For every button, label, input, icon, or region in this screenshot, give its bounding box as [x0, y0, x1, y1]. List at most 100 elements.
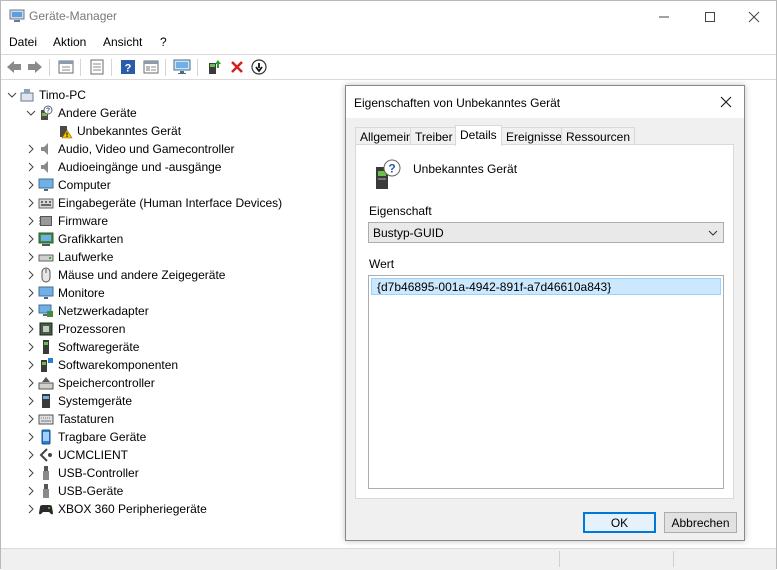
chevron-right-icon[interactable]	[24, 232, 38, 246]
chevron-right-icon[interactable]	[24, 394, 38, 408]
tree-item-tastaturen[interactable]: Tastaturen	[24, 410, 114, 428]
property-select[interactable]: Bustyp-GUID	[368, 222, 724, 243]
tree-item-systemgeraete[interactable]: Systemgeräte	[24, 392, 132, 410]
monitor-scan-icon[interactable]	[173, 58, 191, 76]
hid-icon	[38, 195, 54, 211]
chevron-right-icon[interactable]	[24, 340, 38, 354]
tree-item-label: Computer	[58, 178, 111, 192]
chevron-right-icon[interactable]	[24, 502, 38, 516]
chevron-right-icon[interactable]	[24, 304, 38, 318]
menu-ansicht[interactable]: Ansicht	[103, 35, 142, 49]
chevron-right-icon[interactable]	[24, 376, 38, 390]
update-driver-icon[interactable]	[205, 58, 223, 76]
chevron-right-icon[interactable]	[24, 178, 38, 192]
chevron-right-icon[interactable]	[24, 358, 38, 372]
value-list-item[interactable]: {d7b46895-001a-4942-891f-a7d46610a843}	[371, 278, 721, 295]
view-list-icon[interactable]	[142, 58, 160, 76]
chevron-right-icon[interactable]	[24, 250, 38, 264]
dialog-title-bar[interactable]: Eigenschaften von Unbekanntes Gerät	[346, 86, 744, 118]
menu-help[interactable]: ?	[160, 35, 167, 49]
forward-icon[interactable]	[26, 58, 44, 76]
chevron-right-icon[interactable]	[24, 286, 38, 300]
monitor-icon	[38, 285, 54, 301]
tree-item-netzwerkadapter[interactable]: Netzwerkadapter	[24, 302, 149, 320]
tree-item-ucmclient[interactable]: UCMCLIENT	[24, 446, 128, 464]
close-button[interactable]	[731, 1, 777, 32]
usb-icon	[38, 483, 54, 499]
chevron-right-icon[interactable]	[24, 142, 38, 156]
cancel-button[interactable]: Abbrechen	[664, 512, 737, 533]
toolbar-separator	[49, 59, 50, 76]
chevron-right-icon[interactable]	[24, 214, 38, 228]
drive-icon	[38, 249, 54, 265]
chevron-right-icon[interactable]	[24, 448, 38, 462]
chevron-right-icon[interactable]	[24, 322, 38, 336]
device-manager-app-icon	[9, 9, 25, 23]
status-divider	[673, 551, 674, 567]
property-select-value: Bustyp-GUID	[373, 226, 444, 240]
svg-text:?: ?	[388, 162, 395, 176]
tree-item-audio-video[interactable]: Audio, Video und Gamecontroller	[24, 140, 235, 158]
tab-ressourcen[interactable]: Ressourcen	[561, 127, 636, 145]
tab-details[interactable]: Details	[455, 125, 502, 146]
chevron-right-icon[interactable]	[24, 412, 38, 426]
chevron-right-icon[interactable]	[24, 484, 38, 498]
menu-datei[interactable]: Datei	[9, 35, 37, 49]
tab-treiber[interactable]: Treiber	[410, 127, 458, 145]
tree-item-label: Monitore	[58, 286, 105, 300]
tab-ereignisse[interactable]: Ereignisse	[501, 127, 568, 145]
status-divider	[559, 551, 560, 567]
tree-item-monitore[interactable]: Monitore	[24, 284, 105, 302]
svg-text:?: ?	[46, 108, 50, 115]
tree-item-xbox[interactable]: XBOX 360 Peripheriegeräte	[24, 500, 207, 518]
chevron-right-icon[interactable]	[24, 160, 38, 174]
tree-item-prozessoren[interactable]: Prozessoren	[24, 320, 125, 338]
software-device-icon	[38, 339, 54, 355]
disable-device-icon[interactable]	[250, 58, 268, 76]
tree-item-andere-geraete[interactable]: ? Andere Geräte	[24, 104, 137, 122]
storage-controller-icon	[38, 375, 54, 391]
title-bar[interactable]: Geräte-Manager	[1, 1, 776, 32]
tree-item-softwarekomponenten[interactable]: Softwarekomponenten	[24, 356, 178, 374]
tree-item-label: Softwarekomponenten	[58, 358, 179, 372]
tree-item-unbekanntes-geraet[interactable]: Unbekanntes Gerät	[57, 122, 181, 140]
tree-item-audio-io[interactable]: Audioeingänge und -ausgänge	[24, 158, 221, 176]
chevron-right-icon[interactable]	[24, 430, 38, 444]
tree-item-firmware[interactable]: Firmware	[24, 212, 108, 230]
tree-item-label: XBOX 360 Peripheriegeräte	[58, 502, 207, 516]
properties-sheet-icon[interactable]	[57, 58, 75, 76]
system-device-icon	[38, 393, 54, 409]
tree-item-laufwerke[interactable]: Laufwerke	[24, 248, 113, 266]
tree-item-usb-geraete[interactable]: USB-Geräte	[24, 482, 123, 500]
tree-item-speichercontroller[interactable]: Speichercontroller	[24, 374, 155, 392]
tree-item-softwaregeraete[interactable]: Softwaregeräte	[24, 338, 139, 356]
ok-button[interactable]: OK	[583, 512, 656, 533]
chevron-right-icon[interactable]	[24, 196, 38, 210]
tree-item-tragbare-geraete[interactable]: Tragbare Geräte	[24, 428, 146, 446]
back-icon[interactable]	[5, 58, 23, 76]
tree-item-label: Eingabegeräte (Human Interface Devices)	[58, 196, 283, 210]
value-list[interactable]: {d7b46895-001a-4942-891f-a7d46610a843}	[368, 275, 724, 489]
tree-item-computer[interactable]: Computer	[24, 176, 111, 194]
window-title: Geräte-Manager	[29, 9, 118, 23]
uninstall-icon[interactable]	[228, 58, 246, 76]
tree-item-hid[interactable]: Eingabegeräte (Human Interface Devices)	[24, 194, 282, 212]
tree-item-grafikkarten[interactable]: Grafikkarten	[24, 230, 123, 248]
chevron-right-icon[interactable]	[24, 268, 38, 282]
chevron-down-icon[interactable]	[5, 88, 19, 102]
tree-root-computer[interactable]: Timo-PC	[5, 86, 86, 104]
minimize-button[interactable]	[641, 1, 687, 32]
tree-item-label: Systemgeräte	[58, 394, 133, 408]
tree-item-maeuse[interactable]: Mäuse und andere Zeigegeräte	[24, 266, 225, 284]
help-icon[interactable]: ?	[119, 58, 137, 76]
dialog-close-button[interactable]	[714, 90, 738, 114]
chevron-down-icon[interactable]	[24, 106, 38, 120]
tree-item-label: Unbekanntes Gerät	[77, 124, 182, 138]
unknown-device-icon: ?	[38, 105, 54, 121]
menu-aktion[interactable]: Aktion	[53, 35, 86, 49]
tab-allgemein[interactable]: Allgemein	[355, 127, 418, 145]
tree-item-usb-controller[interactable]: USB-Controller	[24, 464, 139, 482]
view-icon[interactable]	[88, 58, 106, 76]
maximize-button[interactable]	[687, 1, 733, 32]
chevron-right-icon[interactable]	[24, 466, 38, 480]
